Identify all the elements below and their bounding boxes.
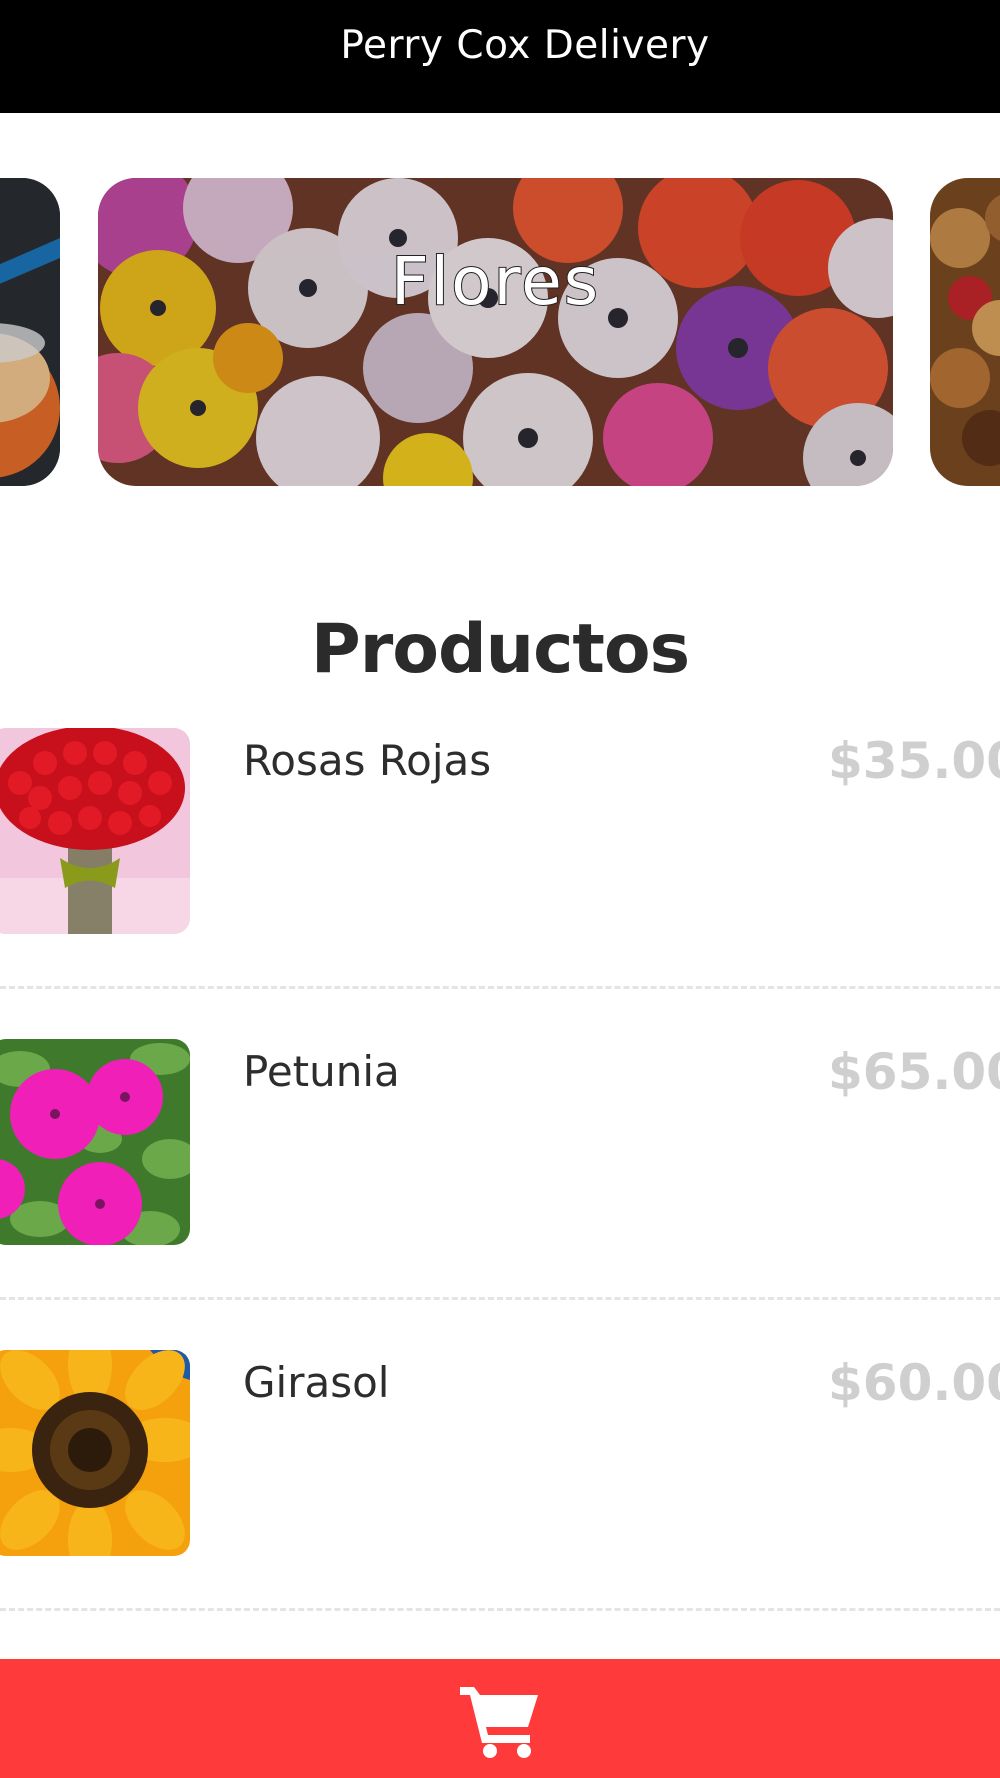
product-price: $60.00 — [828, 1354, 1000, 1412]
category-label: Flores — [390, 242, 601, 321]
product-price: $65.00 — [828, 1043, 1000, 1101]
product-image[interactable] — [0, 1039, 190, 1245]
product-item[interactable]: Girasol $60.00 — [0, 1350, 1000, 1662]
card-shade — [930, 178, 1000, 486]
card-shade — [0, 178, 60, 486]
category-card-previous[interactable] — [0, 178, 60, 486]
divider — [0, 986, 1000, 989]
red-roses-image — [0, 728, 190, 934]
divider — [0, 1608, 1000, 1611]
product-item[interactable]: Petunia $65.00 — [0, 1039, 1000, 1351]
shopping-cart-icon — [460, 1686, 538, 1758]
petunia-image — [0, 1039, 190, 1245]
category-carousel[interactable]: Flores — [0, 178, 1000, 486]
product-price: $35.00 — [828, 732, 1000, 790]
product-image[interactable] — [0, 1350, 190, 1556]
product-name: Petunia — [243, 1047, 400, 1096]
app-title: Perry Cox Delivery — [340, 23, 710, 68]
products-heading: Productos — [310, 610, 690, 689]
sunflower-image — [0, 1350, 190, 1556]
app-bar: Perry Cox Delivery — [0, 0, 1000, 113]
card-shade — [98, 178, 893, 486]
product-name: Girasol — [243, 1358, 390, 1407]
product-name: Rosas Rojas — [243, 736, 492, 785]
divider — [0, 1297, 1000, 1300]
cart-button[interactable] — [0, 1659, 1000, 1778]
category-card-next[interactable] — [930, 178, 1000, 486]
category-card-flores[interactable]: Flores — [98, 178, 893, 486]
product-image[interactable] — [0, 728, 190, 934]
product-item[interactable]: Rosas Rojas $35.00 — [0, 728, 1000, 1040]
